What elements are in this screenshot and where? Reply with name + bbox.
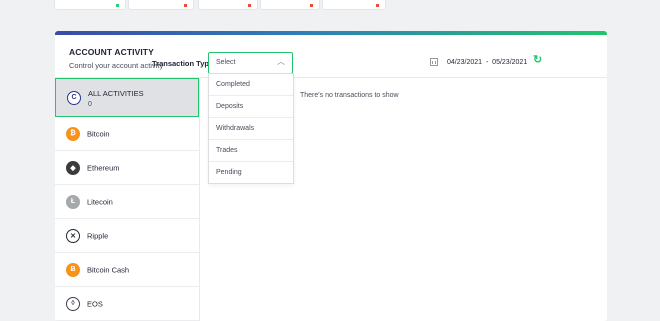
sidebar-item-label: Ripple xyxy=(87,231,109,240)
status-mark xyxy=(376,4,379,7)
activity-count: 0 xyxy=(88,101,92,108)
eos-icon: ◊ xyxy=(66,296,80,311)
all-activities-icon: C xyxy=(67,90,81,105)
top-summary-cards xyxy=(54,0,394,10)
account-activity-panel: ACCOUNT ACTIVITY Control your account ac… xyxy=(55,31,607,321)
sidebar-item-eos[interactable]: ◊ EOS xyxy=(55,287,199,321)
panel-subtitle: Control your account activity xyxy=(69,61,164,70)
panel-header: ACCOUNT ACTIVITY Control your account ac… xyxy=(69,47,163,70)
dropdown-option-pending[interactable]: Pending xyxy=(209,162,293,183)
status-mark xyxy=(310,4,313,7)
summary-card[interactable] xyxy=(260,0,320,10)
sidebar-item-litecoin[interactable]: Ł Litecoin xyxy=(55,185,199,219)
panel-title: ACCOUNT ACTIVITY xyxy=(69,47,154,57)
dropdown-option-trades[interactable]: Trades xyxy=(209,140,293,162)
sidebar-item-label: ALL ACTIVITIES xyxy=(88,89,144,98)
summary-card[interactable] xyxy=(198,0,258,10)
sidebar-item-label: Bitcoin xyxy=(87,129,110,138)
bitcoin-cash-icon: Ƀ xyxy=(66,262,80,277)
sidebar-item-label: Litecoin xyxy=(87,197,113,206)
status-mark xyxy=(248,4,251,7)
dropdown-option-deposits[interactable]: Deposits xyxy=(209,96,293,118)
coin-sidebar: C ALL ACTIVITIES 0 ₿ Bitcoin ◆ Ethereum … xyxy=(55,78,200,321)
bitcoin-icon: ₿ xyxy=(66,126,80,141)
litecoin-icon: Ł xyxy=(66,194,80,209)
calendar-icon[interactable] xyxy=(430,58,438,66)
status-mark xyxy=(184,4,187,7)
ripple-icon: ✕ xyxy=(66,228,80,243)
date-end: 05/23/2021 xyxy=(492,59,528,66)
transaction-type-select[interactable]: Select ︿ xyxy=(208,52,293,74)
ethereum-icon: ◆ xyxy=(66,160,80,175)
date-range[interactable]: 04/23/2021 - 05/23/2021 xyxy=(447,59,527,66)
status-mark xyxy=(116,4,119,7)
sidebar-item-label: EOS xyxy=(87,299,103,308)
sidebar-item-bitcoin-cash[interactable]: Ƀ Bitcoin Cash xyxy=(55,253,199,287)
refresh-icon[interactable]: ↻ xyxy=(533,55,542,66)
transaction-type-label: Transaction Type xyxy=(152,59,214,68)
dropdown-option-withdrawals[interactable]: Withdrawals xyxy=(209,118,293,140)
date-start: 04/23/2021 xyxy=(447,59,483,66)
date-separator: - xyxy=(485,59,489,66)
dropdown-option-completed[interactable]: Completed xyxy=(209,74,293,96)
summary-card[interactable] xyxy=(128,0,194,10)
sidebar-item-label: Ethereum xyxy=(87,163,120,172)
summary-card[interactable] xyxy=(322,0,386,10)
gradient-bar xyxy=(55,31,607,35)
sidebar-item-all-activities[interactable]: C ALL ACTIVITIES 0 xyxy=(55,78,199,117)
summary-card[interactable] xyxy=(54,0,126,10)
sidebar-item-label: Bitcoin Cash xyxy=(87,265,130,274)
transaction-type-dropdown: Completed Deposits Withdrawals Trades Pe… xyxy=(208,73,294,184)
sidebar-item-ethereum[interactable]: ◆ Ethereum xyxy=(55,151,199,185)
chevron-up-icon: ︿ xyxy=(277,57,285,66)
sidebar-item-bitcoin[interactable]: ₿ Bitcoin xyxy=(55,117,199,151)
empty-state-message: There's no transactions to show xyxy=(300,92,399,99)
select-value: Select xyxy=(216,59,236,66)
sidebar-item-ripple[interactable]: ✕ Ripple xyxy=(55,219,199,253)
